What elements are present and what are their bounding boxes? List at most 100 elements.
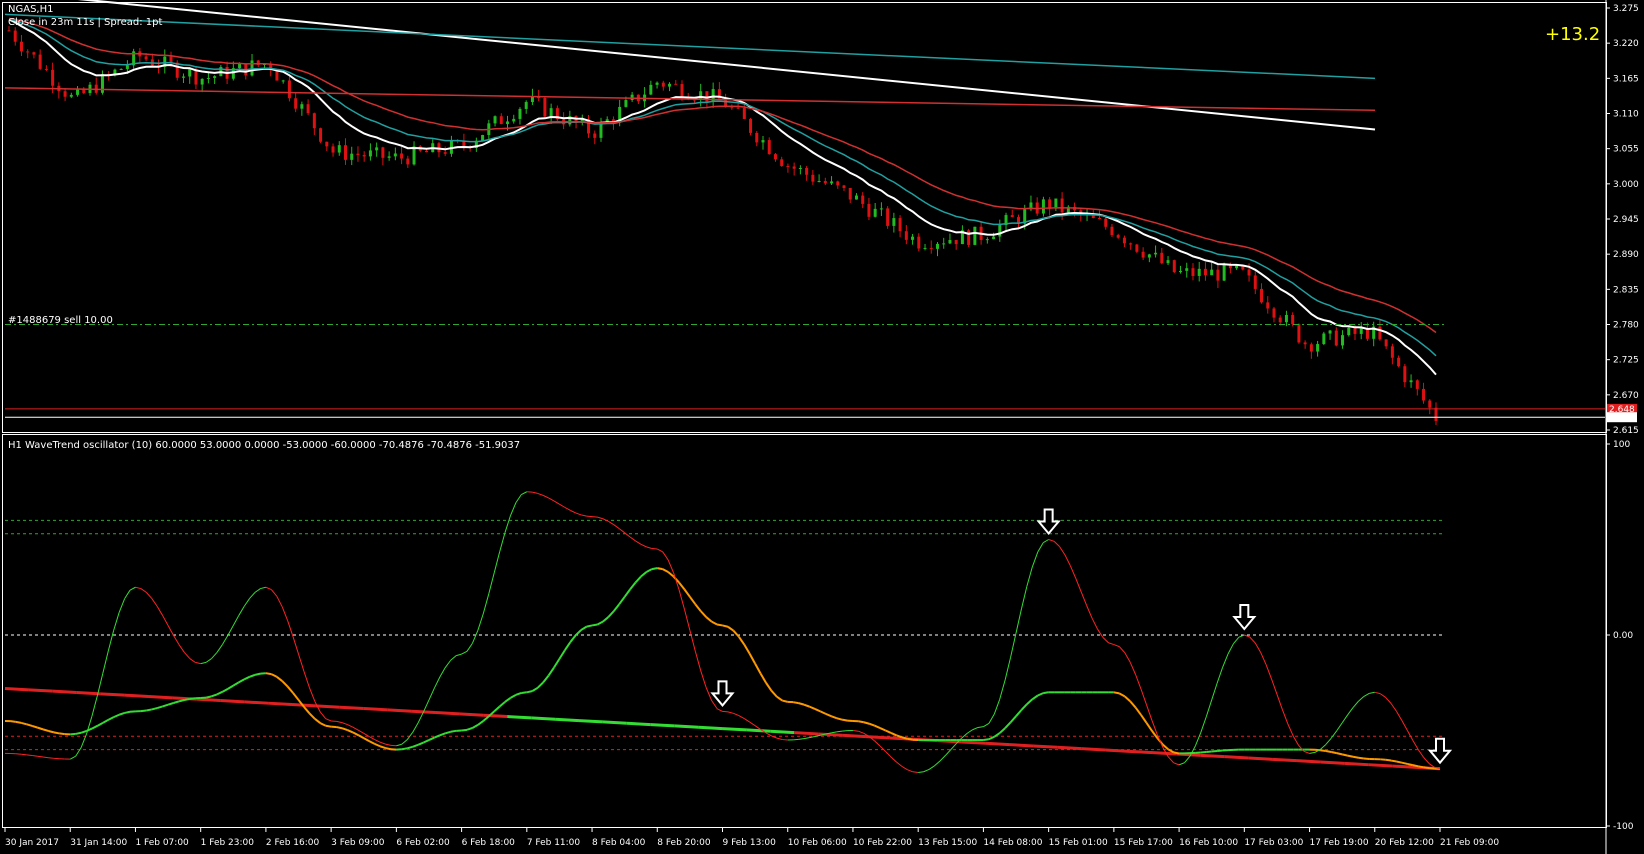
candle-body: [381, 147, 385, 158]
osc-wavetrend-segment: [928, 765, 935, 770]
osc-signal-segment: [1026, 698, 1034, 705]
osc-trend-segment: [1368, 763, 1393, 768]
candle-body: [1166, 260, 1170, 264]
candle-body: [543, 98, 547, 117]
osc-trend-segment: [602, 720, 627, 725]
candle-body: [942, 243, 946, 245]
osc-signal-segment: [629, 581, 637, 591]
candle-body: [512, 118, 516, 122]
time-tick-label: 21 Feb 09:00: [1440, 838, 1499, 848]
candle-body: [1197, 268, 1201, 276]
osc-wavetrend-segment: [1135, 674, 1142, 690]
osc-wavetrend-segment: [743, 718, 750, 723]
time-tick-label: 17 Feb 03:00: [1244, 838, 1303, 848]
osc-wavetrend-segment: [499, 532, 506, 553]
osc-signal-segment: [347, 729, 354, 734]
time-tick-label: 17 Feb 19:00: [1310, 838, 1369, 848]
osc-signal-segment: [863, 721, 870, 725]
osc-signal-segment: [216, 690, 223, 696]
osc-signal-segment: [732, 629, 740, 638]
osc-signal-segment: [694, 603, 702, 612]
osc-wavetrend-segment: [618, 528, 625, 534]
osc-wavetrend-segment: [1325, 737, 1332, 745]
osc-wavetrend-segment: [1363, 692, 1370, 697]
osc-wavetrend-segment: [42, 756, 49, 759]
down-arrow-icon: [1232, 604, 1257, 631]
candle-body: [861, 195, 865, 204]
osc-signal-segment: [1037, 692, 1044, 697]
osc-wavetrend-segment: [178, 644, 185, 653]
candle-body: [69, 94, 73, 97]
osc-signal-segment: [146, 708, 152, 712]
osc-trend-segment: [124, 693, 149, 698]
price-axis[interactable]: 3.275 3.220 3.165 3.110 3.055 3.000 2.945 2.890…: [1606, 4, 1639, 436]
osc-wavetrend-segment: [466, 642, 473, 652]
osc-signal-segment: [1352, 755, 1359, 759]
osc-wavetrend-segment: [1108, 642, 1115, 646]
osc-wavetrend-segment: [776, 737, 783, 741]
osc-wavetrend-segment: [135, 586, 142, 590]
order-label[interactable]: #1488679 sell 10.00: [8, 315, 113, 326]
osc-signal-segment: [580, 625, 588, 631]
osc-wavetrend-segment: [167, 625, 174, 636]
price-tick-label: 3.055: [1613, 145, 1639, 155]
osc-signal-segment: [1320, 749, 1326, 752]
osc-trend-segment: [244, 700, 269, 705]
time-tick-label: 8 Feb 20:00: [657, 838, 711, 848]
candle-body: [119, 68, 123, 70]
osc-wavetrend-segment: [374, 739, 381, 743]
osc-wavetrend-segment: [227, 625, 234, 636]
osc-signal-segment: [564, 641, 572, 651]
candle-body: [1272, 308, 1276, 318]
candle-body: [1235, 265, 1239, 269]
osc-signal-segment: [759, 673, 767, 684]
osc-wavetrend-segment: [347, 724, 354, 728]
osc-wavetrend-segment: [1031, 551, 1039, 568]
osc-wavetrend-segment: [640, 543, 647, 548]
osc-signal-segment: [618, 596, 626, 605]
osc-signal-segment: [890, 732, 897, 737]
osc-wavetrend-segment: [336, 720, 343, 724]
osc-wavetrend-segment: [977, 726, 984, 728]
candle-body: [26, 51, 30, 53]
osc-trend-segment: [1057, 745, 1082, 751]
osc-wavetrend-segment: [1401, 720, 1408, 731]
osc-wavetrend-segment: [1374, 691, 1381, 695]
candle-body: [1191, 268, 1195, 276]
osc-wavetrend-segment: [700, 670, 707, 688]
candle-body: [1353, 327, 1357, 334]
candle-body: [674, 83, 678, 85]
osc-trend-segment: [794, 731, 819, 736]
candle-body: [1129, 243, 1133, 245]
time-axis[interactable]: 30 Jan 2017 31 Jan 14:00 1 Feb 07:00 1 Feb …: [4, 828, 1499, 848]
osc-wavetrend-segment: [1271, 678, 1278, 695]
candle-body: [624, 100, 628, 107]
down-arrow-shape: [1232, 604, 1257, 631]
time-tick-label: 16 Feb 10:00: [1179, 838, 1238, 848]
osc-wavetrend-segment: [608, 520, 615, 526]
price-tick-label: 3.220: [1613, 39, 1639, 49]
osc-wavetrend-segment: [86, 716, 93, 735]
candle-body: [32, 52, 36, 55]
candle-body: [524, 102, 528, 109]
osc-wavetrend-segment: [939, 755, 946, 762]
osc-signal-segment: [434, 734, 441, 739]
candle-body: [593, 133, 597, 138]
osc-signal-segment: [412, 743, 419, 748]
osc-signal-segment: [803, 703, 810, 708]
osc-wavetrend-segment: [325, 718, 332, 722]
candle-body: [499, 116, 503, 125]
trading-chart[interactable]: NGAS,H1 Close in 23m 11s | Spread: 1pt +…: [0, 0, 1644, 854]
osc-signal-segment: [743, 644, 751, 655]
candle-body: [985, 239, 989, 241]
osc-wavetrend-segment: [716, 708, 723, 712]
candle-body: [1154, 252, 1158, 255]
candle-body: [954, 239, 958, 245]
candle-body: [1316, 344, 1320, 352]
osc-wavetrend-segment: [482, 593, 490, 614]
osc-signal-segment: [1015, 709, 1023, 717]
candle-body: [356, 153, 360, 156]
candle-body: [63, 91, 67, 97]
down-arrow-shape: [1036, 508, 1061, 536]
osc-signal-segment: [238, 678, 245, 684]
